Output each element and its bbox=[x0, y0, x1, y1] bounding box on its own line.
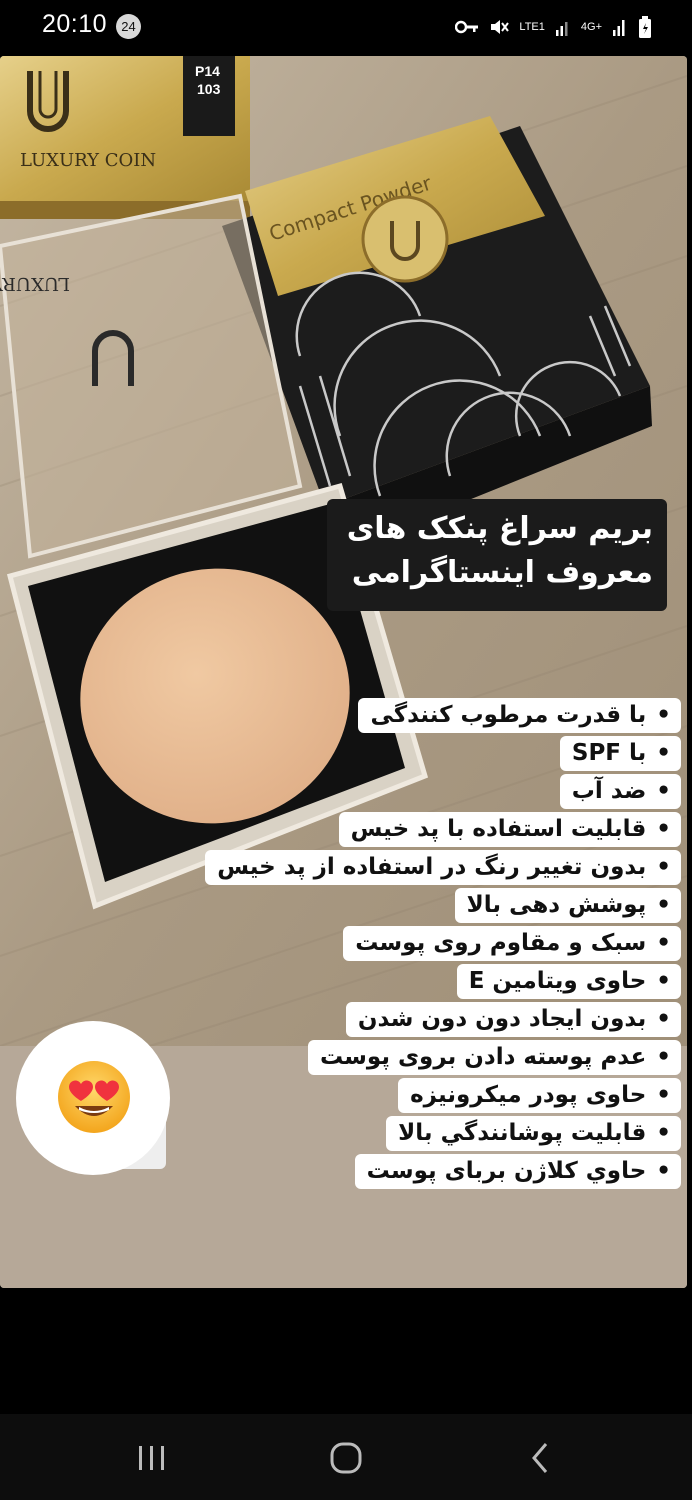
story-headline: بریم سراغ پنکک های معروف اینستاگرامی bbox=[327, 499, 667, 611]
brand-text-top: LUXURY COIN bbox=[20, 150, 156, 171]
feature-item: •عدم پوسته دادن بروی پوست bbox=[307, 1040, 681, 1075]
home-icon[interactable] bbox=[316, 1436, 376, 1480]
headline-line-1: بریم سراغ پنکک های bbox=[346, 511, 653, 546]
feature-item: •حاوي کلاژن بربای پوست bbox=[354, 1154, 681, 1189]
notification-count-badge: 24 bbox=[116, 14, 141, 39]
navigation-bar bbox=[0, 1414, 692, 1500]
feature-item: •بدون تغییر رنگ در استفاده از پد خیس bbox=[205, 850, 681, 885]
feature-item: •حاوی پودر میکرونیزه bbox=[398, 1078, 681, 1113]
mute-icon bbox=[491, 20, 510, 34]
feature-item: •با SPF bbox=[559, 736, 681, 771]
feature-list: •با قدرت مرطوب کنندگی •با SPF •ضد آب •قا… bbox=[161, 698, 681, 1192]
feature-item: •بدون ایجاد دون دون شدن bbox=[345, 1002, 681, 1037]
recent-apps-icon[interactable] bbox=[122, 1436, 182, 1480]
svg-text:P14: P14 bbox=[195, 63, 220, 79]
feature-item: •با قدرت مرطوب کنندگی bbox=[358, 698, 681, 733]
gold-seal bbox=[361, 195, 449, 283]
clock: 20:10 bbox=[42, 10, 108, 38]
feature-item: •پوشش دهی بالا bbox=[454, 888, 681, 923]
signal-icon-2 bbox=[613, 20, 625, 36]
signal-icon bbox=[555, 22, 568, 36]
feature-item: •قابلیت پوشانندگي بالا bbox=[386, 1116, 681, 1151]
feature-item: •قابلیت استفاده با پد خیس bbox=[338, 812, 681, 847]
feature-item: •ضد آب bbox=[559, 774, 681, 809]
svg-text:LUXURY COIN: LUXURY COIN bbox=[0, 273, 70, 294]
network-type: 4G+ bbox=[580, 21, 602, 33]
back-icon[interactable] bbox=[510, 1436, 570, 1480]
feature-item: •حاوی ویتامین E bbox=[456, 964, 681, 999]
feature-item: •سبک و مقاوم روی پوست bbox=[343, 926, 681, 961]
status-bar: 20:10 24 LTE1 4G+ bbox=[0, 0, 692, 52]
status-icons: LTE1 4G+ bbox=[455, 14, 652, 40]
network-label: LTE1 bbox=[519, 20, 545, 33]
headline-line-2: معروف اینستاگرامی bbox=[351, 555, 653, 590]
heart-eyes-emoji-icon bbox=[58, 1061, 130, 1133]
svg-text:103: 103 bbox=[197, 81, 221, 97]
key-icon bbox=[455, 20, 479, 34]
battery-icon bbox=[639, 16, 651, 38]
